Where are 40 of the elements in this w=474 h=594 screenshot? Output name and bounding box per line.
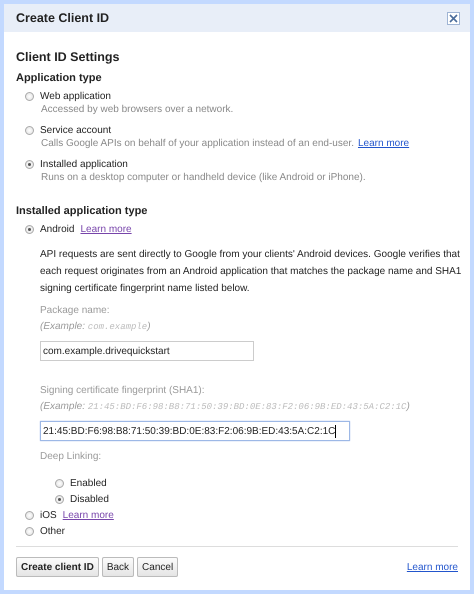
radio-button[interactable] bbox=[55, 494, 64, 504]
option-label: Enabled bbox=[70, 478, 107, 488]
android-description: API requests are sent directly to Google from your clients' Android devices. Google verifies that each request originates from an Android application that matches the package name and SHA1 signing certificate fingerprint name listed below. bbox=[40, 248, 462, 296]
dialog-button[interactable]: Create client ID bbox=[16, 557, 99, 577]
option-label: Web application bbox=[40, 91, 111, 102]
option-label: Other bbox=[40, 526, 66, 536]
option-label: Installed application bbox=[40, 159, 128, 170]
option-label: Android bbox=[40, 224, 74, 234]
radio-button[interactable] bbox=[55, 478, 64, 488]
group-label: Installed application type bbox=[16, 205, 148, 217]
option-label: Disabled bbox=[70, 494, 109, 504]
learn-more-link[interactable]: Learn more bbox=[62, 510, 114, 520]
field-example: (Example: 21:45:BD:F6:98:B8:71:50:39:BD:0E:83:F2:06:9B:ED:43:5A:C2:1C) bbox=[40, 401, 411, 414]
learn-more-link[interactable]: Learn more bbox=[80, 224, 132, 234]
group-label: Application type bbox=[16, 72, 103, 84]
option-description: Runs on a desktop computer or handheld device (like Android or iPhone). bbox=[41, 172, 366, 185]
field-example: (Example: com.example) bbox=[40, 321, 152, 334]
option-label: Service account bbox=[40, 125, 112, 136]
option-label: iOS bbox=[40, 510, 57, 520]
option-description: Accessed by web browsers over a network. bbox=[41, 104, 234, 117]
input-field[interactable]: com.example.drivequickstart bbox=[40, 341, 254, 361]
section-heading: Client ID Settings bbox=[16, 50, 120, 64]
radio-button[interactable] bbox=[25, 510, 34, 520]
close-icon bbox=[449, 14, 458, 22]
dialog-button[interactable]: Cancel bbox=[137, 557, 178, 577]
learn-more-link[interactable]: Learn more bbox=[358, 138, 410, 152]
field-label: Package name: bbox=[40, 305, 110, 318]
field-label: Signing certificate fingerprint (SHA1): bbox=[40, 385, 206, 398]
radio-button[interactable] bbox=[25, 526, 34, 536]
option-description: Calls Google APIs on behalf of your application instead of an end-user. bbox=[41, 138, 354, 151]
field-label: Deep Linking: bbox=[40, 451, 102, 464]
learn-more-link[interactable]: Learn more bbox=[406, 562, 458, 572]
radio-button[interactable] bbox=[25, 126, 34, 135]
dialog-button[interactable]: Back bbox=[102, 557, 134, 577]
radio-button[interactable] bbox=[25, 224, 34, 234]
radio-button[interactable] bbox=[25, 160, 34, 169]
input-field[interactable]: 21:45:BD:F6:98:B8:71:50:39:BD:0E:83:F2:06:9B:ED:43:5A:C2:1C bbox=[40, 421, 350, 441]
close-button[interactable] bbox=[447, 12, 460, 24]
window-title: Create Client ID bbox=[16, 11, 110, 25]
radio-button[interactable] bbox=[25, 92, 34, 101]
